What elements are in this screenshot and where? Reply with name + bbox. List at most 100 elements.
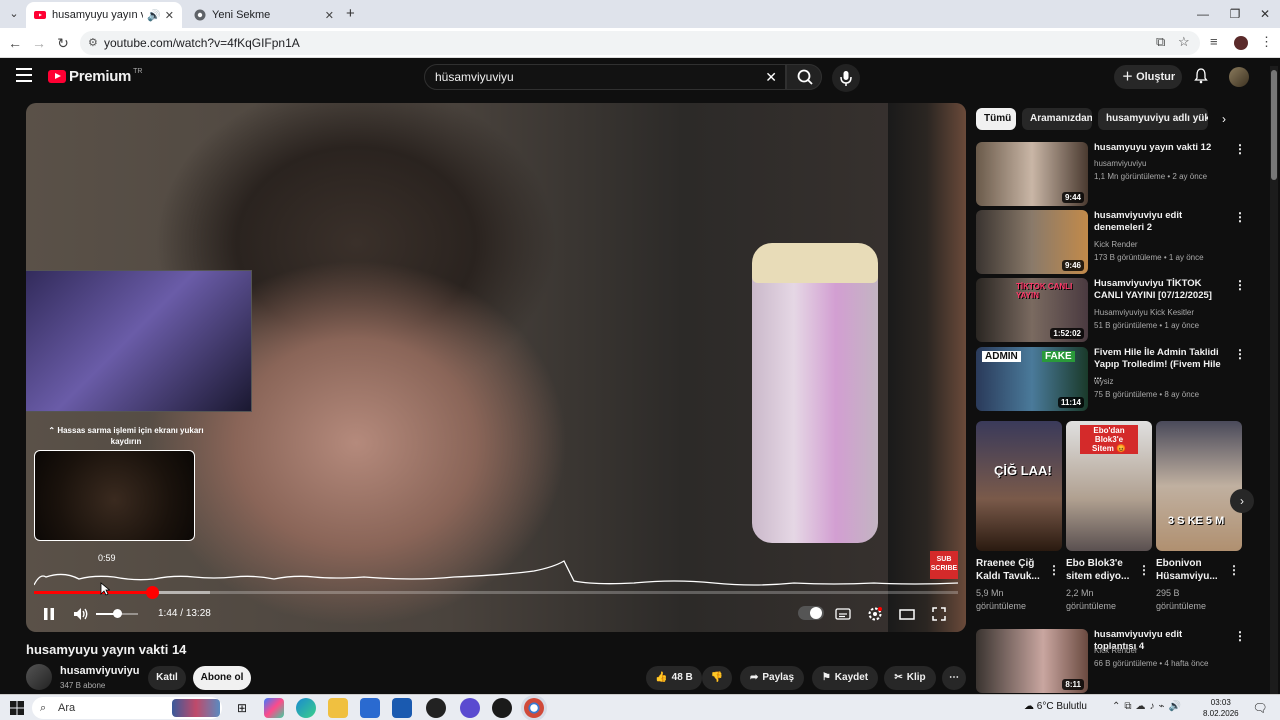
edge-icon[interactable] [296,698,316,718]
fullscreen-icon[interactable] [930,605,948,623]
more-vertical-icon[interactable]: ⋮ [1234,279,1246,291]
channel-avatar[interactable] [26,664,52,690]
file-explorer-icon[interactable] [328,698,348,718]
more-vertical-icon[interactable]: ⋮ [1048,563,1060,577]
video-thumbnail[interactable]: 9:44 [976,142,1088,206]
more-actions-button[interactable]: ⋯ [942,666,966,690]
voice-search-button[interactable] [832,64,860,92]
dislike-button[interactable]: 👎 [702,666,732,690]
chip-all[interactable]: Tümü [976,108,1016,130]
save-button[interactable]: ⚑ Kaydet [812,666,878,690]
scrollbar-thumb[interactable] [1271,70,1277,180]
reading-list-icon[interactable]: ≡ [1210,34,1218,49]
related-video[interactable]: ADMIN FAKE 11:14 Fivem Hile İle Admin Ta… [976,347,1246,411]
video-thumbnail[interactable]: 9:46 [976,210,1088,274]
more-vertical-icon[interactable]: ⋮ [1234,630,1246,642]
discord-icon[interactable] [460,698,480,718]
close-window-button[interactable]: ✕ [1250,4,1280,24]
shorts-next-chevron-icon[interactable]: › [1230,489,1254,513]
more-vertical-icon[interactable]: ⋮ [1138,563,1150,577]
video-thumbnail[interactable]: 8:11 [976,629,1088,693]
related-channel[interactable]: husamviyuviyu [1094,158,1234,169]
weather-widget[interactable]: ☁ 6°C Bulutlu [1024,701,1087,712]
volume-handle[interactable] [113,609,122,618]
notification-center-icon[interactable]: 🗨 [1252,698,1268,718]
theater-mode-icon[interactable] [898,605,916,623]
chips-next-chevron-icon[interactable]: › [1222,112,1226,126]
more-vertical-icon[interactable]: ⋮ [1234,348,1246,360]
clip-button[interactable]: ✂ Klip [884,666,936,690]
system-tray-icons[interactable]: ⌃⧉☁♪⌁🔊 [1112,701,1185,712]
related-video[interactable]: 9:46 husamviyuviyu edit denemeleri 2 Kic… [976,210,1246,274]
volume-slider[interactable] [96,609,138,618]
video-thumbnail[interactable]: TİKTOK CANLI YAYIN 1:52:02 [976,278,1088,342]
search-input[interactable]: hüsamviyuviyu ✕ [424,64,786,90]
more-vertical-icon[interactable]: ⋮ [1234,143,1246,155]
autoplay-toggle[interactable] [798,606,824,620]
video-thumbnail[interactable]: ADMIN FAKE 11:14 [976,347,1088,411]
pause-icon[interactable] [40,605,58,623]
tab-search-icon[interactable]: ⌄ [6,6,22,22]
settings-gear-icon[interactable] [866,605,884,623]
short-item[interactable]: Ebo'dan Blok3'e Sitem 😡 Ebo Blok3'e site… [1066,421,1152,613]
related-channel[interactable]: Kick Render [1094,239,1234,250]
profile-avatar[interactable] [1234,36,1248,50]
obs-icon[interactable] [492,698,512,718]
short-thumbnail[interactable]: ÇİĞ LAA! [976,421,1062,551]
short-item[interactable]: ÇİĞ LAA! Rraenee Çiğ Kaldı Tavuk... 5,9 … [976,421,1062,613]
related-channel[interactable]: Kick Render [1094,645,1234,656]
related-title[interactable]: husamyuyu yayın vakti 12 [1094,142,1226,154]
minimize-button[interactable]: — [1188,4,1218,24]
channel-name[interactable]: husamviyuviyu [60,665,139,677]
related-channel[interactable]: wysiz [1094,376,1234,387]
related-video[interactable]: 8:11 husamviyuviyu edit toplantısı 4 Kic… [976,629,1246,693]
subtitles-icon[interactable] [834,605,852,623]
chrome-menu-icon[interactable]: ⋮ [1260,34,1273,50]
related-title[interactable]: Husamviyuviyu TİKTOK CANLI YAYINI [07/12… [1094,278,1226,302]
close-tab-icon[interactable]: ✕ [165,9,174,22]
chip-from-search[interactable]: Aramanızdan [1022,108,1092,130]
notifications-bell-icon[interactable] [1194,68,1208,84]
store-icon[interactable] [360,698,380,718]
tab-youtube[interactable]: husamyuyu yayın vakti 14 - 🔊 ✕ [26,2,182,28]
back-icon[interactable]: ← [6,34,24,52]
related-video[interactable]: 9:44 husamyuyu yayın vakti 12 husamviyuv… [976,142,1246,206]
speaker-icon[interactable]: 🔊 [147,9,161,22]
chrome-icon[interactable] [524,698,544,718]
close-tab-icon[interactable]: ✕ [325,9,334,22]
chip-channel-uploads[interactable]: husamyuviyu adlı yükle [1098,108,1208,130]
video-player[interactable]: ⌃ Hassas sarma işlemi için ekranı yukarı… [26,103,966,632]
share-button[interactable]: ➦ Paylaş [740,666,804,690]
reload-icon[interactable]: ↻ [54,34,72,52]
copilot-icon[interactable] [264,698,284,718]
site-info-icon[interactable]: ⚙ [88,31,98,55]
hamburger-menu-icon[interactable] [16,68,32,82]
short-thumbnail[interactable]: Ebo'dan Blok3'e Sitem 😡 [1066,421,1152,551]
search-button[interactable] [786,64,822,90]
short-item[interactable]: 3 S KE 5 M Ebonivon Hüsamviyu... 295 B g… [1156,421,1242,613]
windows-start-icon[interactable] [10,701,24,715]
more-vertical-icon[interactable]: ⋮ [1228,563,1240,577]
more-vertical-icon[interactable]: ⋮ [1234,211,1246,223]
related-video[interactable]: TİKTOK CANLI YAYIN 1:52:02 Husamviyuviyu… [976,278,1246,342]
subscribe-button[interactable]: Abone ol [193,666,251,690]
like-button[interactable]: 👍 48 B [646,666,702,690]
create-button[interactable]: ＋ Oluştur [1114,65,1182,89]
clear-search-icon[interactable]: ✕ [765,65,777,89]
related-title[interactable]: husamviyuviyu edit denemeleri 2 [1094,210,1226,234]
tab-new-tab[interactable]: Yeni Sekme ✕ [186,2,342,28]
join-button[interactable]: Katıl [148,666,186,690]
short-title[interactable]: Ebo Blok3'e sitem ediyo... [1066,557,1138,583]
task-view-icon[interactable]: ⊞ [232,698,252,718]
short-title[interactable]: Ebonivon Hüsamviyu... [1156,557,1228,583]
volume-icon[interactable] [72,605,90,623]
new-tab-button[interactable]: + [346,6,355,22]
account-avatar[interactable] [1229,67,1249,87]
page-scrollbar[interactable] [1270,66,1278,694]
url-field[interactable]: ⚙ youtube.com/watch?v=4fKqGIFpn1A [80,31,1200,55]
short-thumbnail[interactable]: 3 S KE 5 M [1156,421,1242,551]
youtube-premium-logo[interactable]: Premium TR [48,68,142,85]
mail-icon[interactable] [392,698,412,718]
seek-bar[interactable] [34,586,958,599]
forward-icon[interactable]: → [30,34,48,52]
